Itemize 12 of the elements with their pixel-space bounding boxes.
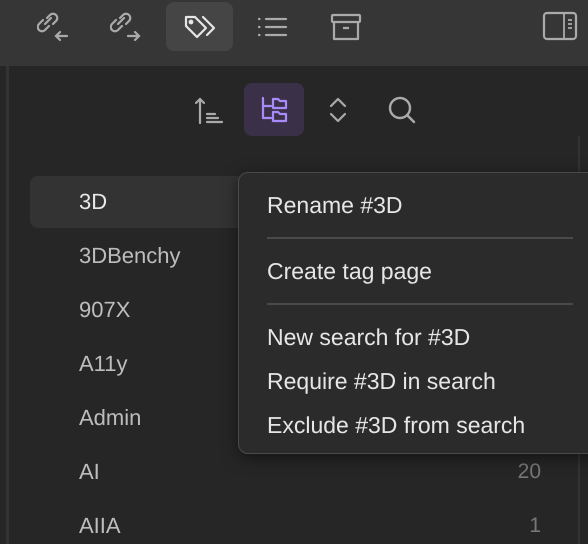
menu-item[interactable]: Create tag page [267, 249, 588, 293]
tags-tab[interactable] [166, 2, 233, 51]
archive-box-icon [328, 12, 362, 42]
menu-item[interactable]: Exclude #3D from search [267, 403, 588, 447]
menu-item[interactable]: New search for #3D [267, 315, 588, 359]
tag-item[interactable]: AIIA 1 [30, 500, 560, 544]
menu-item[interactable]: Require #3D in search [267, 359, 588, 403]
link-right-arrow-icon [110, 12, 144, 42]
tree-button[interactable] [244, 83, 304, 136]
menu-item[interactable]: Rename #3D [267, 183, 588, 227]
sidebar-toggle-icon[interactable] [542, 11, 578, 41]
link-left-arrow-icon [36, 12, 70, 42]
